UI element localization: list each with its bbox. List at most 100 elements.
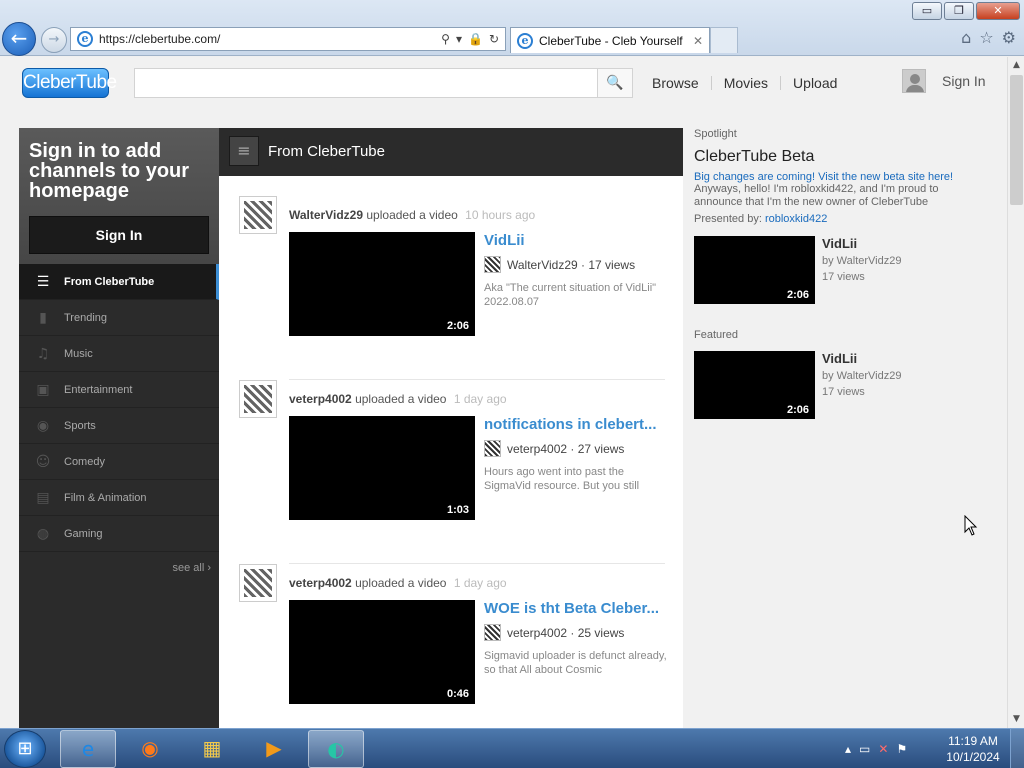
guide-heading: Sign in to add channels to your homepage xyxy=(29,140,190,202)
masthead-nav: Browse Movies Upload xyxy=(652,75,837,91)
address-search-icon[interactable]: ⚲ xyxy=(441,32,450,46)
feed-item-time: 1 day ago xyxy=(453,576,507,590)
taskbar-media-player[interactable]: ▶ xyxy=(246,730,302,768)
mask-icon: ☺ xyxy=(35,453,51,470)
gamepad-icon: ◍ xyxy=(36,525,50,542)
video-title-link[interactable]: notifications in clebert... xyxy=(484,416,664,433)
refresh-icon[interactable]: ↻ xyxy=(489,32,499,46)
scroll-up-icon[interactable]: ▲ xyxy=(1008,57,1024,74)
guide-item-sports[interactable]: ◉ Sports xyxy=(19,408,219,444)
feed-item-action: uploaded a video xyxy=(355,392,447,406)
show-hidden-icons-icon[interactable]: ▴ xyxy=(845,742,851,756)
video-channel-name[interactable]: veterp4002 xyxy=(507,626,567,640)
guide-item-music[interactable]: ♫ Music xyxy=(19,336,219,372)
guide-item-film-animation[interactable]: ▤ Film & Animation xyxy=(19,480,219,516)
video-channel-name[interactable]: veterp4002 xyxy=(507,442,567,456)
ie-page-icon: e xyxy=(77,31,93,47)
nav-browse[interactable]: Browse xyxy=(652,75,699,91)
address-dropdown-icon[interactable]: ▾ xyxy=(456,32,462,46)
list-icon: ☰ xyxy=(36,273,50,290)
video-thumbnail[interactable]: 2:06 xyxy=(289,232,475,336)
guide-sign-in-button[interactable]: Sign In xyxy=(29,216,209,254)
nav-divider xyxy=(780,76,782,90)
video-channel-name[interactable]: WalterVidz29 xyxy=(507,258,578,272)
video-thumbnail[interactable]: 0:46 xyxy=(289,600,475,704)
forward-button[interactable]: → xyxy=(41,27,67,53)
home-icon[interactable]: ⌂ xyxy=(961,28,971,47)
video-title-link[interactable]: VidLii xyxy=(484,232,664,249)
taskbar-firefox[interactable]: ◉ xyxy=(122,730,178,768)
scroll-down-icon[interactable]: ▼ xyxy=(1008,711,1024,728)
action-center-flag-icon[interactable]: ⚑ xyxy=(896,742,907,756)
feed-item-header: WalterVidz29 uploaded a video 10 hours a… xyxy=(289,208,535,222)
video-description: Aka "The current situation of VidLii" 20… xyxy=(484,282,657,308)
guide-see-all-link[interactable]: see all › xyxy=(172,562,211,574)
nav-movies[interactable]: Movies xyxy=(724,75,768,91)
guide-item-label: Comedy xyxy=(64,455,105,468)
video-views: · 27 views xyxy=(570,441,625,456)
tab-close-icon[interactable]: ✕ xyxy=(693,34,709,48)
guide-item-comedy[interactable]: ☺ Comedy xyxy=(19,444,219,480)
video-author: by WalterVidz29 xyxy=(822,255,902,267)
taskbar-file-explorer[interactable]: ▦ xyxy=(184,730,240,768)
guide-item-label: Film & Animation xyxy=(64,491,147,504)
volume-muted-icon[interactable]: ✕ xyxy=(878,742,888,756)
search-button[interactable]: 🔍 xyxy=(597,68,633,98)
start-button[interactable]: ⊞ xyxy=(4,730,46,768)
windows-logo-icon: ⊞ xyxy=(17,738,33,759)
network-icon[interactable]: ▭ xyxy=(859,742,870,756)
feed-item-action: uploaded a video xyxy=(366,208,458,222)
masthead-sign-in-link[interactable]: Sign In xyxy=(942,73,986,89)
video-title-link[interactable]: WOE is tht Beta Cleber... xyxy=(484,600,664,617)
taskbar-clock[interactable]: 11:19 AM 10/1/2024 xyxy=(940,733,1006,765)
video-title-link[interactable]: VidLii xyxy=(822,351,857,366)
video-thumbnail[interactable]: 2:06 xyxy=(694,351,815,419)
feed-item-time: 1 day ago xyxy=(453,392,507,406)
address-bar[interactable]: e https://clebertube.com/ ⚲ ▾ 🔒 ↻ xyxy=(70,27,506,51)
spotlight-text: Anyways, hello! I'm robloxkid422, and I'… xyxy=(694,183,939,208)
page-scrollbar[interactable]: ▲ ▼ xyxy=(1007,57,1024,728)
search-input[interactable] xyxy=(134,68,598,98)
channel-mini-avatar xyxy=(484,440,501,457)
favorites-star-icon[interactable]: ☆ xyxy=(979,28,993,47)
taskbar-app-five[interactable]: ◐ xyxy=(308,730,364,768)
new-tab-button[interactable] xyxy=(710,27,738,53)
guide-item-gaming[interactable]: ◍ Gaming xyxy=(19,516,219,552)
guide-item-label: Entertainment xyxy=(64,383,133,396)
uploader-name[interactable]: WalterVidz29 xyxy=(289,208,363,222)
lock-icon[interactable]: 🔒 xyxy=(468,32,483,46)
uploader-avatar[interactable] xyxy=(239,380,277,418)
internet-explorer-icon: e xyxy=(81,737,95,761)
guide-item-from-clebertube[interactable]: ☰ From CleberTube xyxy=(19,264,219,300)
address-url[interactable]: https://clebertube.com/ xyxy=(99,32,441,46)
firefox-icon: ◉ xyxy=(141,736,159,760)
bar-chart-icon: ▮ xyxy=(39,309,47,326)
video-views: · 25 views xyxy=(570,625,625,640)
taskbar-internet-explorer[interactable]: e xyxy=(60,730,116,768)
uploader-avatar[interactable] xyxy=(239,196,277,234)
tools-gear-icon[interactable]: ⚙ xyxy=(1002,28,1016,47)
show-desktop-button[interactable] xyxy=(1010,729,1024,768)
video-title-link[interactable]: VidLii xyxy=(822,236,857,251)
video-thumbnail[interactable]: 1:03 xyxy=(289,416,475,520)
guide-item-entertainment[interactable]: ▣ Entertainment xyxy=(19,372,219,408)
minimize-button[interactable]: ▭ xyxy=(912,2,942,20)
guide-item-trending[interactable]: ▮ Trending xyxy=(19,300,219,336)
clebertube-logo[interactable]: CleberTube xyxy=(22,68,117,98)
uploader-avatar[interactable] xyxy=(239,564,277,602)
presented-by-user-link[interactable]: robloxkid422 xyxy=(765,213,827,225)
uploader-name[interactable]: veterp4002 xyxy=(289,392,352,406)
restore-button[interactable]: ❐ xyxy=(944,2,974,20)
scroll-thumb[interactable] xyxy=(1010,75,1023,205)
video-duration: 1:03 xyxy=(446,504,469,516)
browser-tab[interactable]: e CleberTube - Cleb Yourself ✕ xyxy=(510,27,710,53)
user-avatar-icon[interactable] xyxy=(902,69,926,93)
uploader-name[interactable]: veterp4002 xyxy=(289,576,352,590)
feed-menu-icon[interactable]: ≡ xyxy=(229,136,259,166)
nav-upload[interactable]: Upload xyxy=(793,75,837,91)
guide-item-label: Trending xyxy=(64,311,108,324)
back-button[interactable]: ← xyxy=(2,22,36,56)
close-window-button[interactable]: ✕ xyxy=(976,2,1020,20)
video-thumbnail[interactable]: 2:06 xyxy=(694,236,815,304)
spotlight-beta-link[interactable]: Big changes are coming! Visit the new be… xyxy=(694,171,953,183)
